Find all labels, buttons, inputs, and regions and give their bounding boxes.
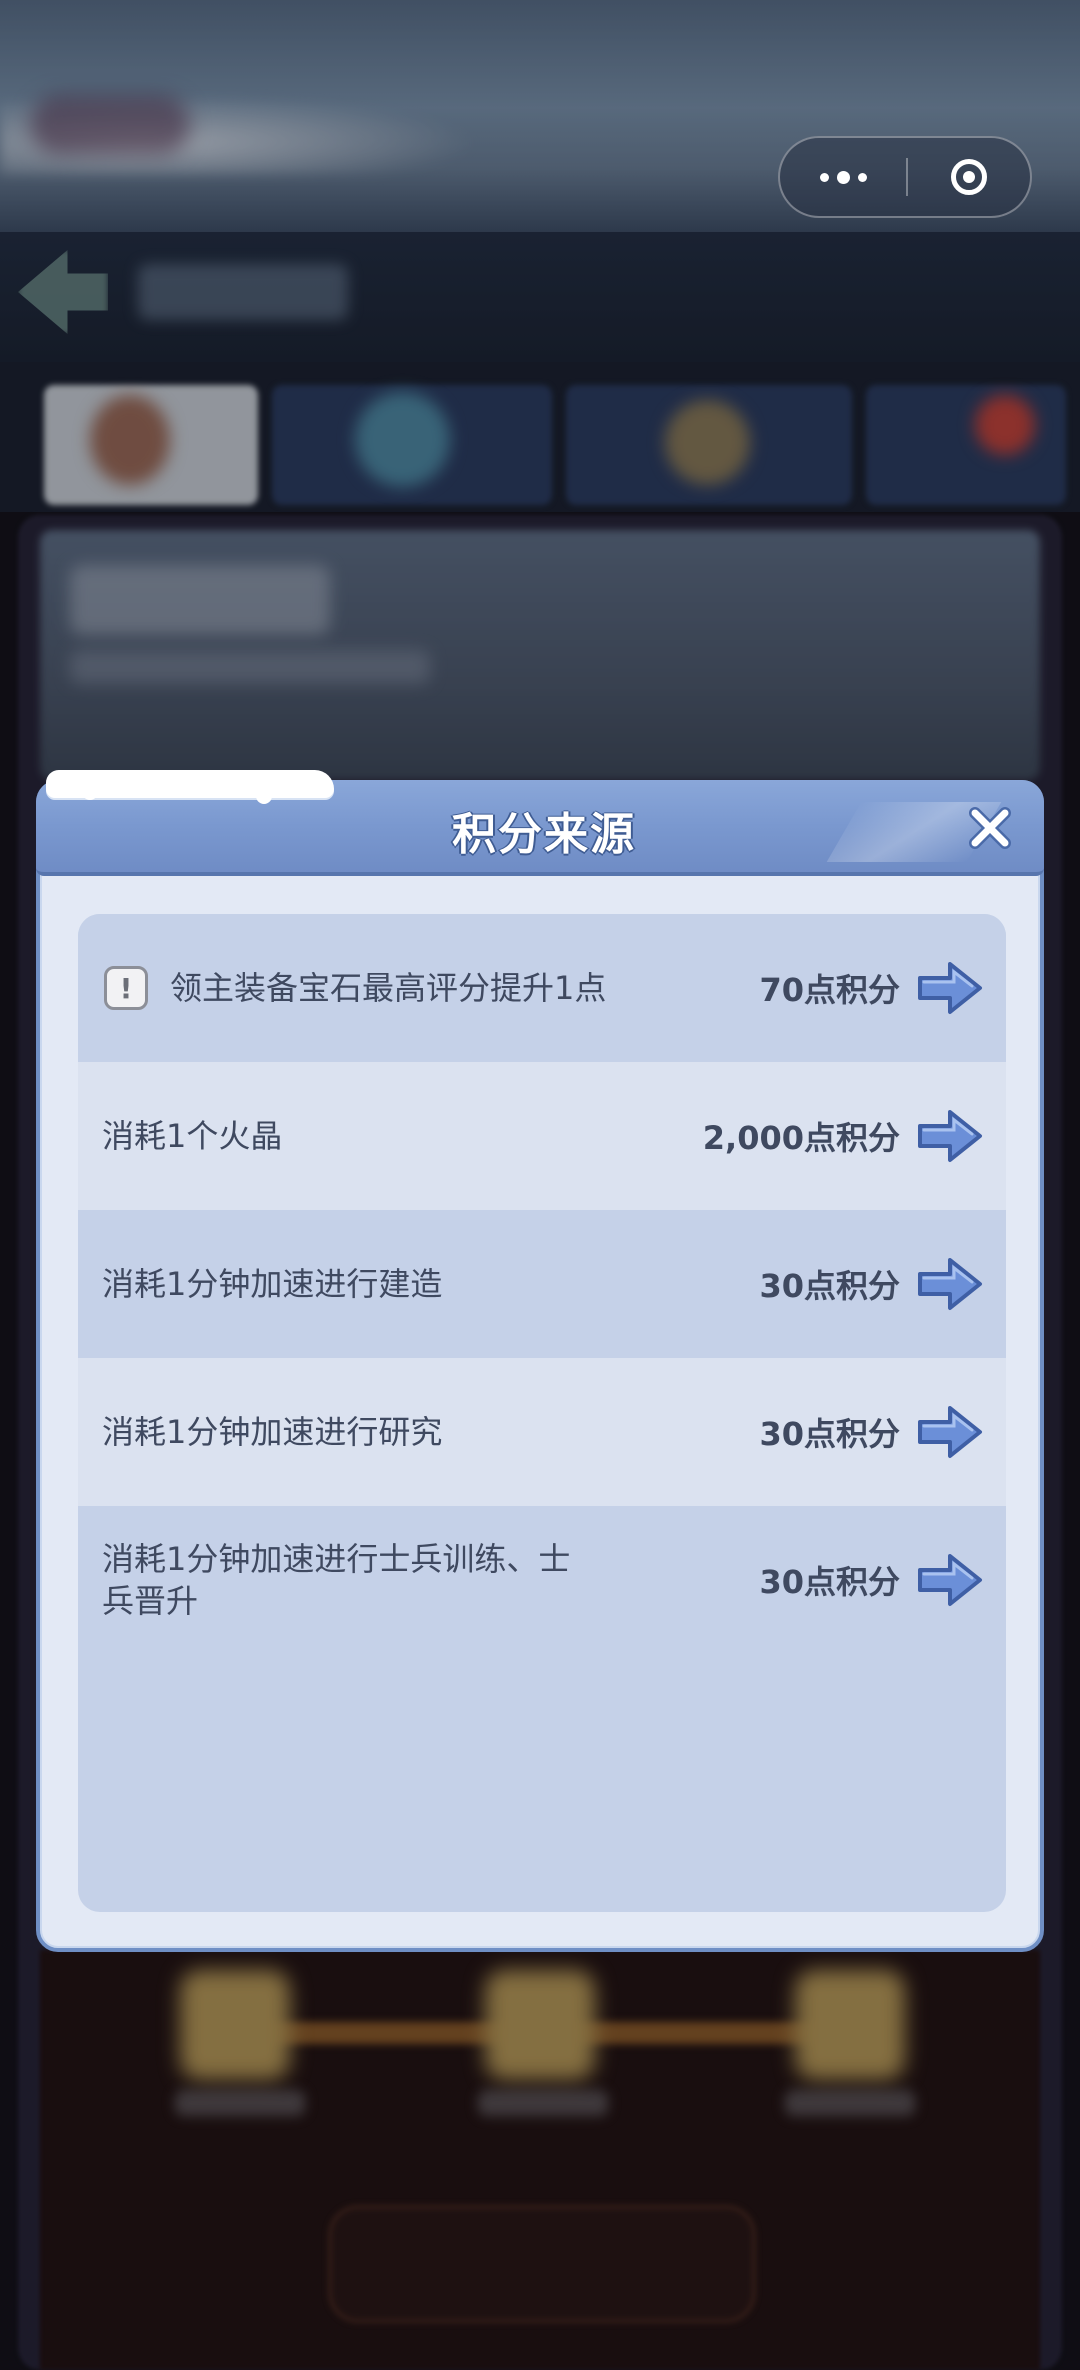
source-label: 消耗1分钟加速进行研究 bbox=[102, 1413, 443, 1451]
dot bbox=[836, 170, 850, 184]
game-screen: 积分来源 ! 领主装备宝石最高评分提升1点 70点积分 消耗1个火晶 2,000… bbox=[0, 0, 1080, 2370]
list-item: 消耗1分钟加速进行建造 30点积分 bbox=[78, 1210, 1006, 1358]
mini-program-capsule bbox=[778, 136, 1032, 218]
arrow-right-icon[interactable] bbox=[916, 1254, 984, 1314]
source-label: 消耗1分钟加速进行士兵训练、士兵晋升 bbox=[102, 1540, 571, 1620]
arrow-right-icon[interactable] bbox=[916, 1550, 984, 1610]
source-points: 30点积分 bbox=[759, 1267, 900, 1305]
points-source-list: ! 领主装备宝石最高评分提升1点 70点积分 消耗1个火晶 2,000点积分 消… bbox=[78, 914, 1006, 1912]
source-points: 2,000点积分 bbox=[702, 1119, 900, 1157]
arrow-right-icon[interactable] bbox=[916, 1402, 984, 1462]
source-label: 消耗1分钟加速进行建造 bbox=[102, 1265, 443, 1303]
points-source-dialog: 积分来源 ! 领主装备宝石最高评分提升1点 70点积分 消耗1个火晶 2,000… bbox=[36, 770, 1044, 1952]
source-label: 领主装备宝石最高评分提升1点 bbox=[170, 969, 607, 1007]
source-points: 30点积分 bbox=[759, 1415, 900, 1453]
source-label: 消耗1个火晶 bbox=[102, 1117, 283, 1155]
source-points: 30点积分 bbox=[759, 1563, 900, 1601]
close-icon[interactable] bbox=[962, 800, 1018, 856]
close-ring bbox=[951, 159, 987, 195]
list-item: 消耗1分钟加速进行研究 30点积分 bbox=[78, 1358, 1006, 1506]
arrow-right-icon[interactable] bbox=[916, 1106, 984, 1166]
more-dots-icon[interactable] bbox=[780, 138, 906, 216]
dialog-title: 积分来源 bbox=[452, 809, 636, 860]
dot bbox=[819, 172, 829, 182]
list-item: ! 领主装备宝石最高评分提升1点 70点积分 bbox=[78, 914, 1006, 1062]
list-item: 消耗1个火晶 2,000点积分 bbox=[78, 1062, 1006, 1210]
source-points: 70点积分 bbox=[759, 971, 900, 1009]
arrow-right-icon[interactable] bbox=[916, 958, 984, 1018]
exclamation-icon[interactable]: ! bbox=[104, 966, 148, 1010]
list-item: 消耗1分钟加速进行士兵训练、士兵晋升 30点积分 bbox=[78, 1506, 1006, 1654]
dot bbox=[857, 172, 867, 182]
mini-program-close-icon[interactable] bbox=[908, 138, 1030, 216]
